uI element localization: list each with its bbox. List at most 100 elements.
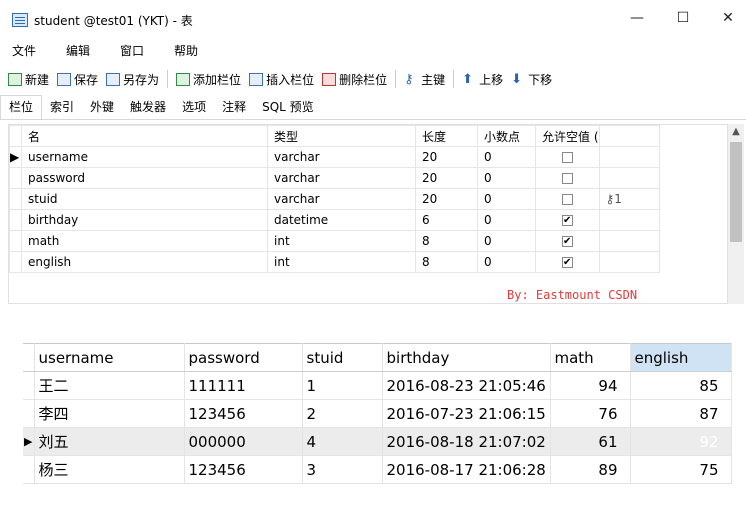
field-decimals-cell[interactable]: 0 (477, 146, 536, 168)
result-cell-english[interactable]: 87 (630, 399, 732, 428)
result-cell-username[interactable]: 李四 (34, 399, 185, 428)
tab-foreign-keys[interactable]: 外键 (82, 98, 122, 119)
result-cell-password[interactable]: 000000 (184, 427, 303, 456)
allow-null-checkbox[interactable] (561, 194, 573, 205)
allow-null-checkbox[interactable] (561, 173, 573, 184)
tab-options[interactable]: 选项 (174, 98, 214, 119)
result-row[interactable]: ▶ 刘五 000000 4 2016-08-18 21:07:02 61 92 (23, 427, 732, 456)
row-selector[interactable] (23, 455, 35, 484)
save-as-button[interactable]: 另存为 (106, 71, 159, 88)
field-length-cell[interactable]: 20 (415, 146, 478, 168)
save-button[interactable]: 保存 (57, 71, 98, 88)
field-type-cell[interactable]: varchar (267, 146, 416, 168)
current-row-indicator-icon[interactable]: ▶ (9, 146, 22, 168)
tab-sql-preview[interactable]: SQL 预览 (254, 98, 322, 119)
field-row[interactable]: stuid varchar 20 0 ⚷1 (9, 188, 660, 210)
scroll-up-icon[interactable]: ▲ (728, 124, 744, 140)
minimize-button[interactable]: — (627, 8, 647, 28)
column-header-name[interactable]: 名 (21, 125, 268, 147)
field-row[interactable]: password varchar 20 0 (9, 167, 660, 189)
row-selector[interactable] (9, 230, 22, 252)
field-length-cell[interactable]: 8 (415, 230, 478, 252)
field-row[interactable]: birthday datetime 6 0 ✔ (9, 209, 660, 231)
field-type-cell[interactable]: varchar (267, 188, 416, 210)
result-column-header[interactable]: username (34, 343, 185, 372)
delete-field-button[interactable]: 删除栏位 (322, 71, 387, 88)
allow-null-checkbox[interactable]: ✔ (561, 215, 573, 226)
field-row[interactable]: math int 8 0 ✔ (9, 230, 660, 252)
maximize-button[interactable]: ☐ (673, 8, 693, 28)
result-cell-math[interactable]: 89 (550, 455, 631, 484)
field-length-cell[interactable]: 20 (415, 167, 478, 189)
result-cell-math[interactable]: 94 (550, 371, 631, 400)
primary-key-button[interactable]: ⚷ 主键 (404, 71, 445, 88)
field-length-cell[interactable]: 20 (415, 188, 478, 210)
menu-window[interactable]: 窗口 (120, 42, 144, 59)
result-cell-birthday[interactable]: 2016-08-23 21:05:46 (382, 371, 551, 400)
field-name-cell[interactable]: username (21, 146, 268, 168)
row-selector[interactable] (23, 399, 35, 428)
result-cell-password[interactable]: 111111 (184, 371, 303, 400)
column-header-decimals[interactable]: 小数点 (477, 125, 536, 147)
move-up-button[interactable]: ⬆ 上移 (462, 71, 503, 88)
result-row[interactable]: 王二 111111 1 2016-08-23 21:05:46 94 85 (23, 371, 732, 400)
result-cell-math[interactable]: 76 (550, 399, 631, 428)
result-cell-birthday[interactable]: 2016-08-18 21:07:02 (382, 427, 551, 456)
result-cell-english[interactable]: 85 (630, 371, 732, 400)
result-column-header[interactable]: birthday (382, 343, 551, 372)
field-type-cell[interactable]: datetime (267, 209, 416, 231)
allow-null-checkbox[interactable]: ✔ (561, 236, 573, 247)
row-selector[interactable] (23, 371, 35, 400)
result-column-header[interactable]: english (630, 343, 732, 372)
field-name-cell[interactable]: math (21, 230, 268, 252)
field-type-cell[interactable]: int (267, 230, 416, 252)
menu-file[interactable]: 文件 (12, 42, 36, 59)
current-row-indicator-icon[interactable]: ▶ (23, 427, 35, 456)
row-selector[interactable] (9, 209, 22, 231)
tab-comments[interactable]: 注释 (214, 98, 254, 119)
result-cell-english[interactable]: 75 (630, 455, 732, 484)
scrollbar-thumb[interactable] (730, 142, 742, 242)
insert-field-button[interactable]: 插入栏位 (249, 71, 314, 88)
move-down-button[interactable]: ⬇ 下移 (511, 71, 552, 88)
result-cell-username[interactable]: 王二 (34, 371, 185, 400)
field-decimals-cell[interactable]: 0 (477, 230, 536, 252)
add-field-button[interactable]: 添加栏位 (176, 71, 241, 88)
field-row[interactable]: english int 8 0 ✔ (9, 251, 660, 273)
field-type-cell[interactable]: varchar (267, 167, 416, 189)
result-cell-username[interactable]: 杨三 (34, 455, 185, 484)
column-header-type[interactable]: 类型 (267, 125, 416, 147)
tab-fields[interactable]: 栏位 (0, 95, 43, 119)
allow-null-checkbox[interactable]: ✔ (561, 257, 573, 268)
result-column-header[interactable]: math (550, 343, 631, 372)
field-length-cell[interactable]: 6 (415, 209, 478, 231)
field-length-cell[interactable]: 8 (415, 251, 478, 273)
menu-help[interactable]: 帮助 (174, 42, 198, 59)
field-decimals-cell[interactable]: 0 (477, 167, 536, 189)
result-cell-math[interactable]: 61 (550, 427, 631, 456)
field-name-cell[interactable]: birthday (21, 209, 268, 231)
result-cell-stuid[interactable]: 2 (302, 399, 383, 428)
result-cell-birthday[interactable]: 2016-08-17 21:06:28 (382, 455, 551, 484)
field-decimals-cell[interactable]: 0 (477, 251, 536, 273)
column-header-nullable[interactable]: 允许空值 ( (535, 125, 600, 147)
result-column-header[interactable]: stuid (302, 343, 383, 372)
field-name-cell[interactable]: english (21, 251, 268, 273)
field-decimals-cell[interactable]: 0 (477, 209, 536, 231)
field-name-cell[interactable]: password (21, 167, 268, 189)
result-cell-stuid[interactable]: 4 (302, 427, 383, 456)
field-row[interactable]: ▶ username varchar 20 0 (9, 146, 660, 168)
result-row[interactable]: 杨三 123456 3 2016-08-17 21:06:28 89 75 (23, 455, 732, 484)
close-button[interactable]: ✕ (718, 8, 738, 28)
result-column-header[interactable]: password (184, 343, 303, 372)
field-name-cell[interactable]: stuid (21, 188, 268, 210)
field-type-cell[interactable]: int (267, 251, 416, 273)
row-selector[interactable] (9, 188, 22, 210)
result-cell-password[interactable]: 123456 (184, 399, 303, 428)
field-decimals-cell[interactable]: 0 (477, 188, 536, 210)
new-button[interactable]: 新建 (8, 71, 49, 88)
tab-triggers[interactable]: 触发器 (122, 98, 174, 119)
vertical-scrollbar[interactable]: ▲ (728, 124, 744, 304)
result-cell-password[interactable]: 123456 (184, 455, 303, 484)
result-cell-english[interactable]: 92 (630, 427, 732, 456)
